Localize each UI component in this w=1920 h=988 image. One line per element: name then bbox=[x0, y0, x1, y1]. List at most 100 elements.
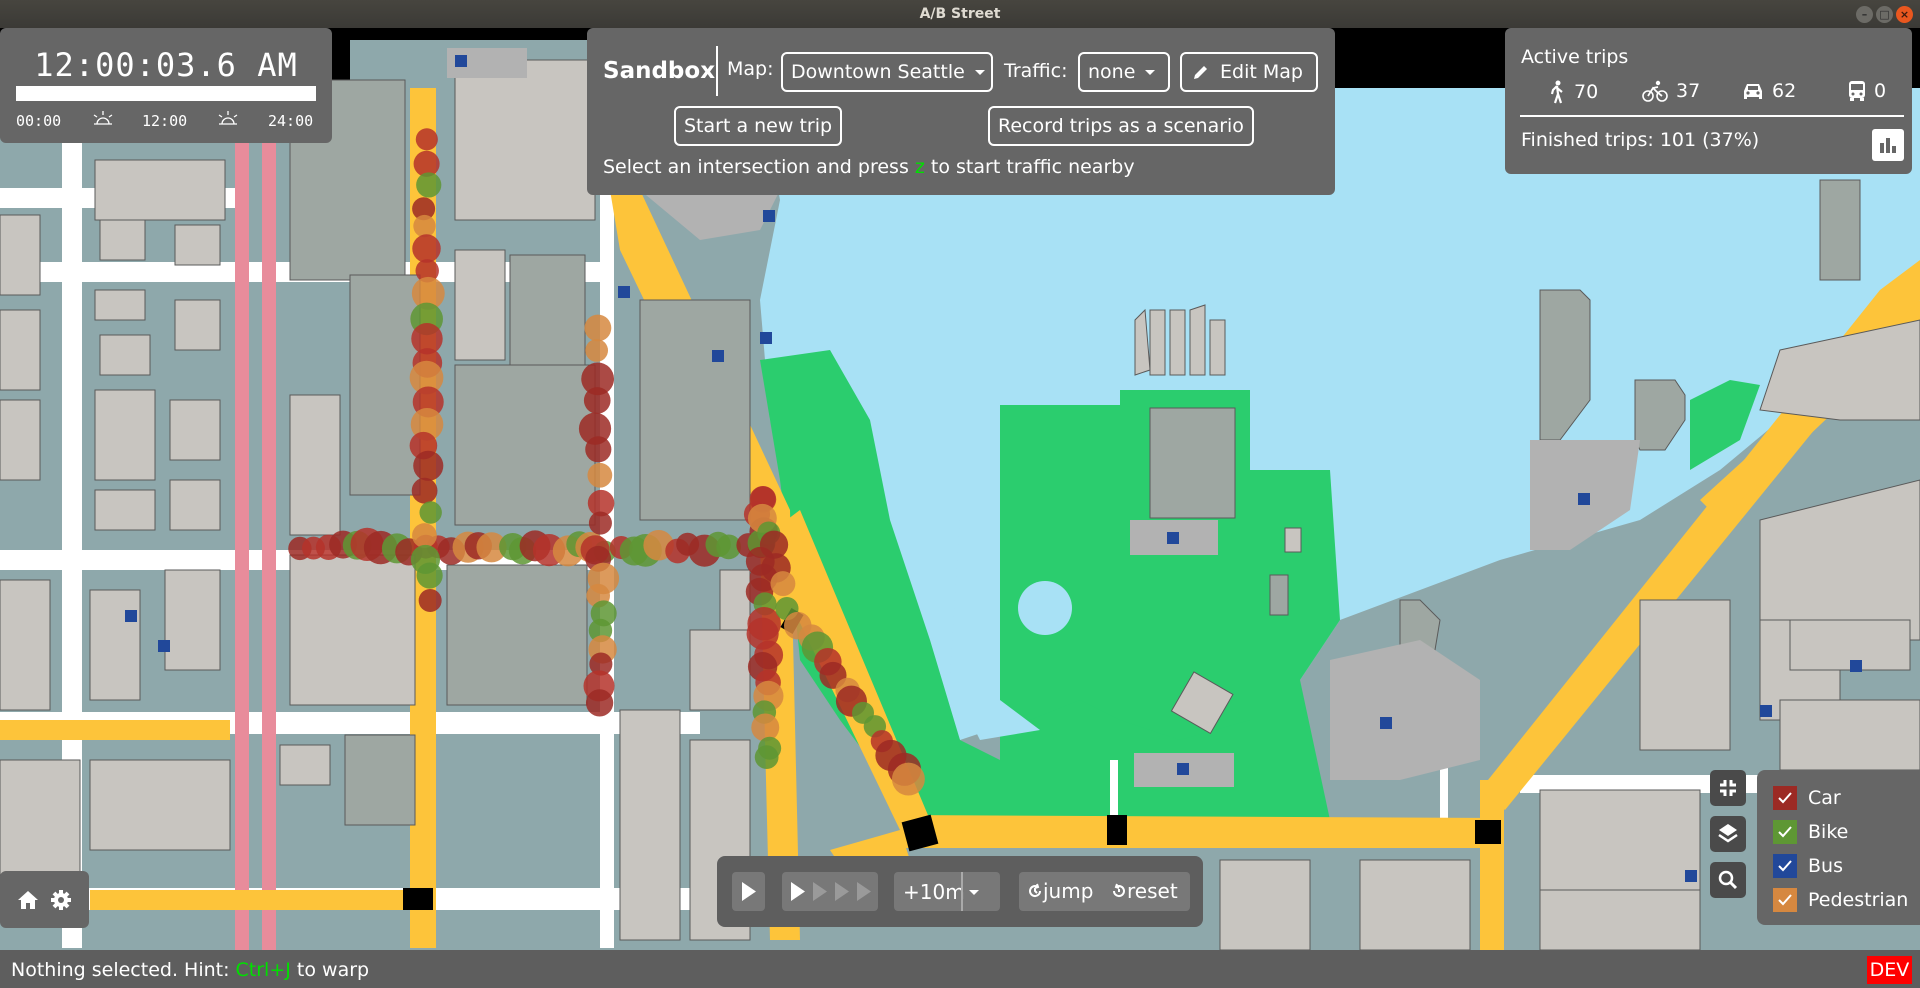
speed-level-1-icon[interactable] bbox=[788, 872, 808, 911]
agent-marker[interactable] bbox=[411, 477, 438, 504]
bar-chart-icon bbox=[1880, 138, 1896, 153]
sunrise-icon bbox=[93, 111, 113, 125]
agent-marker[interactable] bbox=[416, 562, 443, 589]
agent-marker[interactable] bbox=[412, 234, 441, 263]
agent-marker[interactable] bbox=[770, 571, 796, 597]
traffic-dropdown[interactable]: none bbox=[1078, 52, 1170, 92]
legend-item-pedestrian[interactable]: Pedestrian bbox=[1773, 888, 1908, 912]
traffic-value: none bbox=[1088, 61, 1136, 83]
trip-stats-button[interactable] bbox=[1872, 129, 1904, 161]
agent-marker[interactable] bbox=[891, 762, 925, 796]
checkmark-icon bbox=[1778, 826, 1792, 838]
start-new-trip-label: Start a new trip bbox=[684, 115, 833, 137]
clock-time: 12:00:03.6 AM bbox=[34, 46, 298, 84]
record-trips-button[interactable]: Record trips as a scenario bbox=[988, 106, 1254, 146]
agent-marker[interactable] bbox=[754, 745, 779, 770]
zoom-fit-button[interactable] bbox=[1710, 770, 1746, 806]
checkbox[interactable] bbox=[1773, 888, 1797, 912]
checkbox[interactable] bbox=[1773, 820, 1797, 844]
home-icon[interactable] bbox=[15, 887, 41, 913]
record-trips-label: Record trips as a scenario bbox=[998, 115, 1244, 137]
maximize-button[interactable]: □ bbox=[1876, 6, 1893, 23]
bus-count: 0 bbox=[1848, 80, 1886, 102]
map-label: Map: bbox=[727, 58, 774, 80]
agent-marker[interactable] bbox=[587, 462, 613, 488]
jump-button[interactable]: jump bbox=[1027, 879, 1093, 903]
speed-controls: +10m jump reset bbox=[717, 856, 1203, 927]
bus-count-value: 0 bbox=[1874, 80, 1887, 102]
trips-panel: Active trips 70 37 62 0 Finished trips: … bbox=[1505, 28, 1912, 174]
agent-marker[interactable] bbox=[418, 589, 442, 613]
step-forward-button[interactable]: +10m bbox=[894, 872, 1000, 911]
search-button[interactable] bbox=[1710, 862, 1746, 898]
agent-marker[interactable] bbox=[585, 436, 612, 463]
map-dropdown[interactable]: Downtown Seattle bbox=[781, 52, 993, 92]
chevron-down-icon[interactable] bbox=[969, 890, 979, 895]
agent-marker[interactable] bbox=[413, 214, 436, 238]
agent-marker[interactable] bbox=[415, 128, 438, 151]
agent-marker[interactable] bbox=[585, 689, 614, 717]
legend-item-bike[interactable]: Bike bbox=[1773, 820, 1848, 844]
checkmark-icon bbox=[1778, 792, 1792, 804]
agent-marker[interactable] bbox=[419, 501, 442, 524]
jump-label: jump bbox=[1043, 879, 1094, 903]
legend-label: Bike bbox=[1808, 821, 1849, 843]
chevron-down-icon bbox=[1145, 70, 1156, 75]
status-key: Ctrl+J bbox=[235, 959, 291, 981]
play-icon bbox=[742, 882, 756, 901]
reset-button[interactable]: reset bbox=[1111, 879, 1178, 903]
pedestrian-icon bbox=[1550, 80, 1563, 104]
dev-badge: DEV bbox=[1867, 956, 1912, 984]
legend-item-bus[interactable]: Bus bbox=[1773, 854, 1843, 878]
agent-marker[interactable] bbox=[588, 511, 612, 535]
bike-count-value: 37 bbox=[1676, 80, 1701, 102]
start-new-trip-button[interactable]: Start a new trip bbox=[674, 106, 843, 146]
bus-icon bbox=[1849, 81, 1865, 101]
speed-level-2-icon[interactable] bbox=[810, 872, 830, 911]
speed-level-3-icon[interactable] bbox=[832, 872, 852, 911]
legend-label: Car bbox=[1808, 787, 1841, 809]
reset-label: reset bbox=[1127, 879, 1178, 903]
agent-marker[interactable] bbox=[413, 450, 444, 481]
divider bbox=[961, 872, 963, 911]
legend-label: Bus bbox=[1808, 855, 1843, 877]
minimize-button[interactable]: – bbox=[1856, 6, 1873, 23]
speed-level-4-icon[interactable] bbox=[854, 872, 874, 911]
mode-title: Sandbox bbox=[603, 58, 716, 84]
search-icon bbox=[1718, 870, 1738, 890]
status-prefix: Nothing selected. Hint: bbox=[11, 959, 236, 981]
tick-label: 00:00 bbox=[16, 112, 62, 130]
agent-marker[interactable] bbox=[585, 339, 609, 362]
speed-selector[interactable] bbox=[782, 872, 878, 911]
edit-map-button[interactable]: Edit Map bbox=[1180, 52, 1318, 92]
agent-marker[interactable] bbox=[583, 387, 611, 414]
car-count-value: 62 bbox=[1772, 80, 1797, 102]
legend-item-car[interactable]: Car bbox=[1773, 786, 1841, 810]
hint-suffix: to start traffic nearby bbox=[924, 156, 1135, 178]
edit-map-label: Edit Map bbox=[1220, 61, 1303, 83]
gear-icon[interactable] bbox=[48, 887, 74, 913]
clock-forward-icon bbox=[1029, 883, 1042, 898]
divider bbox=[716, 46, 718, 96]
sandbox-panel: Sandbox Map: Downtown Seattle Traffic: n… bbox=[587, 28, 1335, 195]
agent-marker[interactable] bbox=[751, 713, 780, 742]
status-text: Nothing selected. Hint: Ctrl+J to warp bbox=[11, 959, 369, 981]
window-title: A/B Street bbox=[919, 6, 1001, 22]
collapse-icon bbox=[1720, 780, 1736, 796]
bike-count: 37 bbox=[1642, 80, 1700, 102]
agent-marker[interactable] bbox=[412, 523, 437, 548]
hint-prefix: Select an intersection and press bbox=[603, 156, 915, 178]
checkbox[interactable] bbox=[1773, 786, 1797, 810]
agent-marker[interactable] bbox=[416, 172, 442, 198]
pencil-icon bbox=[1194, 66, 1207, 79]
close-button[interactable]: × bbox=[1896, 6, 1913, 23]
day-progress-bar bbox=[16, 86, 316, 101]
checkmark-icon bbox=[1778, 860, 1792, 872]
agent-legend: Car Bike Bus Pedestrian bbox=[1757, 770, 1920, 925]
agent-marker[interactable] bbox=[584, 314, 612, 342]
pedestrian-count: 70 bbox=[1548, 80, 1598, 104]
layers-button[interactable] bbox=[1710, 816, 1746, 852]
play-pause-button[interactable] bbox=[732, 872, 765, 911]
checkbox[interactable] bbox=[1773, 854, 1797, 878]
step-label: +10m bbox=[903, 880, 965, 904]
